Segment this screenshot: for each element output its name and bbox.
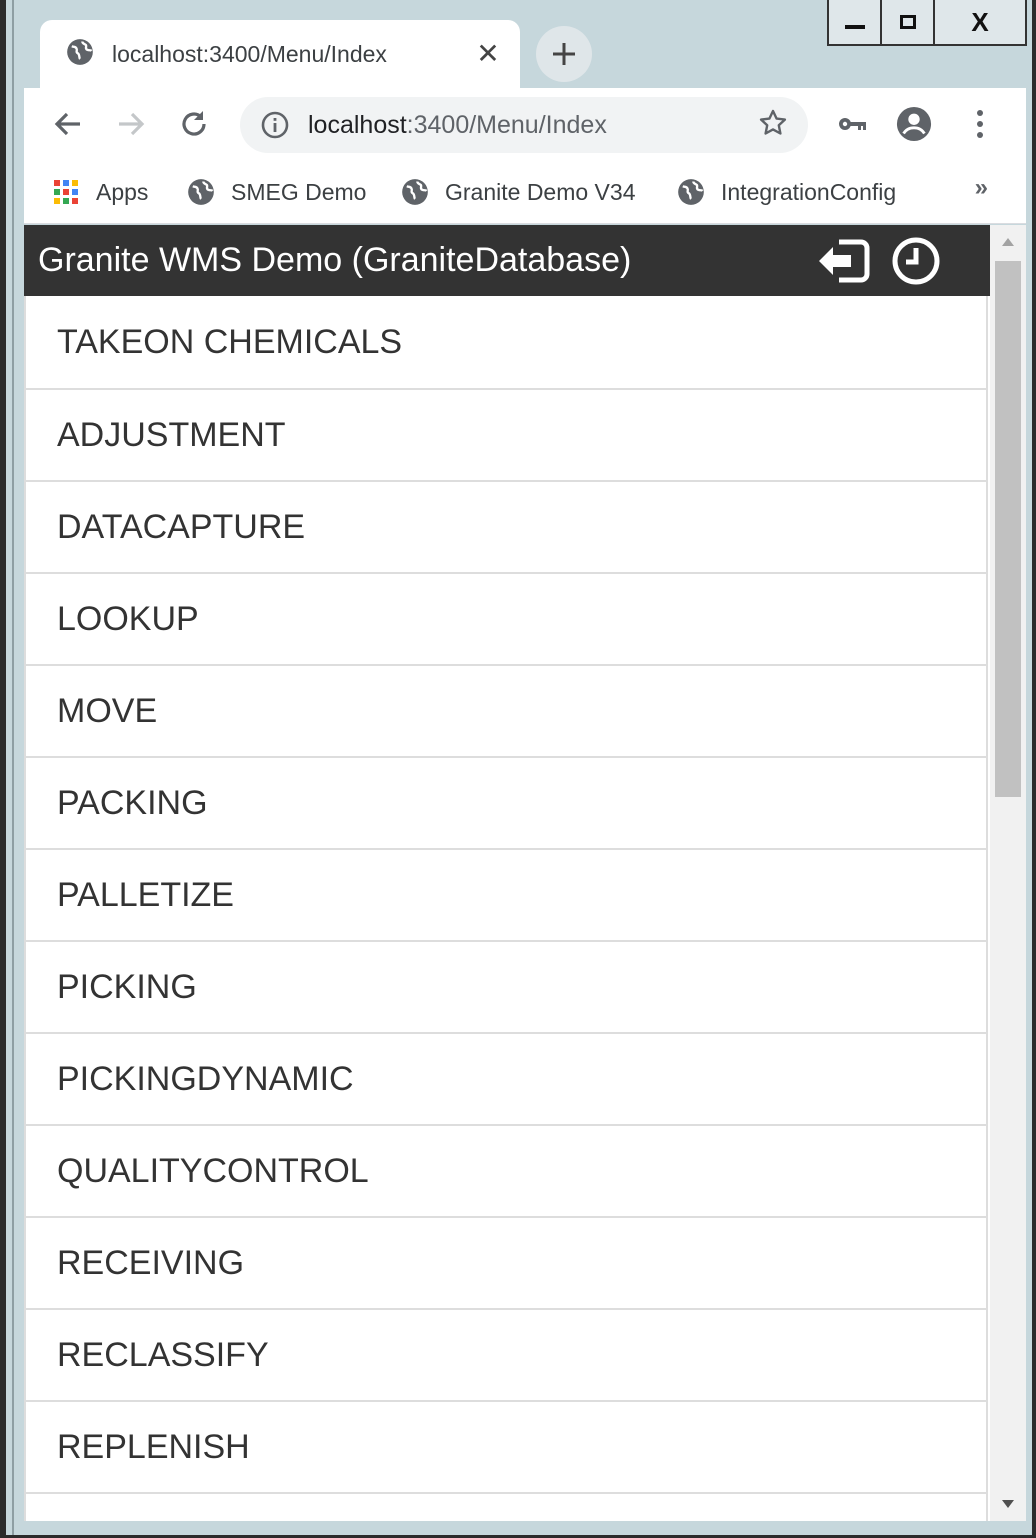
bookmark-star-icon[interactable] (758, 108, 788, 143)
window-bottom-border (24, 1521, 1026, 1535)
scrollbar-thumb[interactable] (995, 261, 1021, 797)
logout-icon (819, 239, 870, 283)
menu-item-takeon-chemicals[interactable]: TAKEON CHEMICALS (26, 296, 986, 390)
maximize-icon (899, 15, 916, 29)
window-border (12, 0, 14, 1538)
apps-grid-icon (54, 180, 78, 204)
profile-button[interactable] (896, 106, 932, 142)
menu-item-qualitycontrol[interactable]: QUALITYCONTROL (26, 1126, 986, 1218)
globe-icon (402, 179, 428, 205)
bookmark-label: Granite Demo V34 (445, 178, 636, 205)
clock-icon (892, 237, 940, 285)
plus-icon (553, 43, 575, 65)
bookmark-label: Apps (96, 178, 149, 205)
scroll-up-arrow-icon[interactable] (990, 225, 1026, 259)
reload-button[interactable] (176, 106, 212, 142)
menu-item-partial[interactable] (26, 1494, 986, 1521)
page-viewport: Granite WMS Demo (GraniteDatabase) TAKEO… (24, 225, 1026, 1521)
tab-close-icon[interactable]: ✕ (474, 40, 502, 68)
bookmarks-bar: Apps SMEG Demo Granite Demo V34 Integrat… (24, 160, 1026, 224)
browser-tab[interactable]: localhost:3400/Menu/Index ✕ (40, 20, 520, 88)
key-icon (839, 118, 866, 130)
bookmark-label: IntegrationConfig (721, 178, 897, 205)
logout-button[interactable] (817, 236, 871, 286)
globe-icon (66, 38, 94, 71)
new-tab-button[interactable] (536, 26, 592, 82)
menu-item-datacapture[interactable]: DATACAPTURE (26, 482, 986, 574)
menu-item-replenish[interactable]: REPLENISH (26, 1402, 986, 1494)
menu-item-pickingdynamic[interactable]: PICKINGDYNAMIC (26, 1034, 986, 1126)
url-text: localhost:3400/Menu/Index (308, 111, 758, 140)
url-host: localhost (308, 110, 407, 139)
page-scrollbar[interactable] (990, 225, 1026, 1521)
app-header: Granite WMS Demo (GraniteDatabase) (24, 225, 990, 296)
bookmark-smeg-demo[interactable]: SMEG Demo (187, 172, 366, 212)
more-bookmarks-chevron-icon[interactable]: » (975, 174, 988, 202)
menu-item-receiving[interactable]: RECEIVING (26, 1218, 986, 1310)
globe-icon (678, 179, 704, 205)
minimize-button[interactable] (829, 0, 882, 44)
chrome-menu-button[interactable] (962, 106, 998, 142)
globe-icon (188, 179, 214, 205)
close-icon: X (971, 6, 989, 37)
scroll-down-arrow-icon[interactable] (990, 1487, 1026, 1521)
url-path: :3400/Menu/Index (406, 110, 607, 139)
menu-item-palletize[interactable]: PALLETIZE (26, 850, 986, 942)
close-window-button[interactable]: X (935, 0, 1025, 44)
back-arrow-icon (54, 112, 80, 136)
menu-item-packing[interactable]: PACKING (26, 758, 986, 850)
reload-icon (182, 111, 206, 136)
passwords-button[interactable] (834, 106, 870, 142)
maximize-button[interactable] (882, 0, 935, 44)
history-button[interactable] (889, 236, 943, 286)
bookmark-label: SMEG Demo (231, 178, 367, 205)
more-vert-icon (977, 110, 983, 138)
back-button[interactable] (50, 106, 86, 142)
bookmark-integration-config[interactable]: IntegrationConfig (677, 172, 896, 212)
tab-title: localhost:3400/Menu/Index (112, 40, 387, 67)
bookmark-granite-demo[interactable]: Granite Demo V34 (401, 172, 635, 212)
address-bar[interactable]: localhost:3400/Menu/Index (240, 97, 808, 153)
window-controls: X (827, 0, 1027, 46)
menu-list: TAKEON CHEMICALS ADJUSTMENT DATACAPTURE … (24, 296, 988, 1521)
forward-button[interactable] (113, 106, 149, 142)
forward-arrow-icon (119, 112, 145, 136)
menu-item-reclassify[interactable]: RECLASSIFY (26, 1310, 986, 1402)
browser-toolbar: localhost:3400/Menu/Index (24, 88, 1026, 160)
account-icon (896, 106, 932, 142)
info-icon (261, 111, 289, 139)
menu-item-lookup[interactable]: LOOKUP (26, 574, 986, 666)
menu-item-move[interactable]: MOVE (26, 666, 986, 758)
menu-item-picking[interactable]: PICKING (26, 942, 986, 1034)
bookmark-apps[interactable]: Apps (52, 172, 148, 212)
menu-item-adjustment[interactable]: ADJUSTMENT (26, 390, 986, 482)
minimize-icon (844, 25, 865, 29)
window-border-right (1032, 0, 1036, 1538)
